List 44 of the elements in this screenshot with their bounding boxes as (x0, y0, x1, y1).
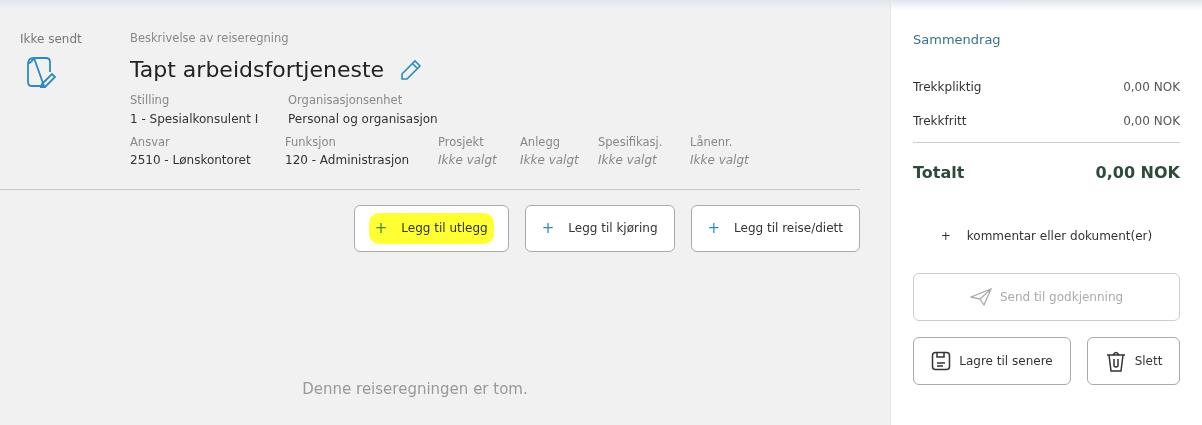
field-label: Spesifikasj. (598, 133, 664, 151)
field-value: Ikke valgt (438, 151, 498, 169)
field-label: Anlegg (520, 133, 562, 151)
summary-value: 0,00 NOK (1123, 78, 1180, 96)
add-button[interactable]: + Legg til kjøring (524, 204, 675, 252)
button-label: Legg til kjøring (568, 220, 658, 238)
summary-label: Trekkfritt (913, 112, 967, 130)
save-button[interactable]: Lagre til senere (913, 336, 1071, 385)
summary-label: Trekkpliktig (913, 78, 982, 96)
plus-icon: + (374, 217, 388, 240)
delete-button[interactable]: Slett (1087, 336, 1180, 385)
plus-icon: + (707, 217, 721, 240)
field-value: Ikke valgt (520, 151, 580, 169)
add-button[interactable]: + Legg til utlegg (353, 204, 509, 252)
field-label: Stilling (130, 92, 171, 110)
pencil-icon[interactable] (400, 58, 423, 81)
field-label: Prosjekt (438, 133, 485, 151)
field-value: 1 - Spesialkonsulent I (130, 110, 260, 128)
field-label: Ansvar (130, 133, 171, 151)
draft-icon (26, 56, 56, 88)
field-value: Ikke valgt (598, 151, 658, 169)
field-value: Personal og organisasjon (288, 110, 439, 128)
field-label: Funksjon (285, 133, 337, 151)
button-label: Legg til utlegg (401, 220, 488, 238)
total-label: Totalt (913, 161, 965, 184)
field-value: 120 - Administrasjon (285, 151, 411, 169)
field-label: Lånenr. (690, 133, 734, 151)
description-label: Beskrivelse av reiseregning (130, 30, 290, 47)
total-value: 0,00 NOK (1095, 161, 1180, 184)
field-value: Ikke valgt (690, 151, 750, 169)
button-label: Legg til reise/diett (734, 220, 843, 238)
plus-icon: + (541, 217, 555, 240)
add-comment-link[interactable]: + kommentar eller dokument(er) (940, 226, 1153, 245)
report-title: Tapt arbeidsfortjeneste (130, 56, 385, 85)
paper-plane-icon (969, 287, 992, 306)
summary-title: Sammendrag (913, 31, 1002, 49)
plus-icon: + (940, 226, 951, 245)
status-label: Ikke sendt (20, 31, 82, 48)
save-icon (931, 350, 952, 371)
empty-message: Denne reiseregningen er tom. (302, 378, 528, 400)
field-value: 2510 - Lønskontoret (130, 151, 252, 169)
summary-value: 0,00 NOK (1123, 112, 1180, 130)
field-label: Organisasjonsenhet (288, 92, 404, 110)
add-button[interactable]: + Legg til reise/diett (690, 204, 860, 252)
